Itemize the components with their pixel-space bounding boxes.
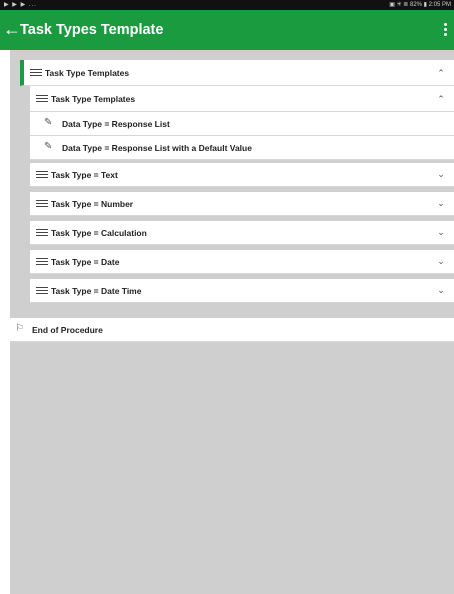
task-type-label: Task Type = Date — [51, 257, 120, 267]
list-item[interactable]: ✎ Data Type = Response List — [30, 112, 454, 136]
task-type-row-date[interactable]: Task Type = Date ⌄ — [30, 250, 454, 274]
list-item-label: Data Type = Response List with a Default… — [62, 143, 252, 153]
task-type-label: Task Type = Calculation — [51, 228, 147, 238]
edit-document-icon: ✎ — [44, 141, 53, 152]
chevron-down-icon[interactable]: ⌄ — [436, 256, 446, 267]
list-icon — [36, 256, 48, 265]
chevron-down-icon[interactable]: ⌄ — [436, 169, 446, 180]
overflow-menu-icon[interactable] — [444, 23, 448, 37]
list-icon — [36, 198, 48, 207]
section-label: Task Type Templates — [45, 68, 130, 78]
list-icon — [36, 227, 48, 236]
list-icon — [30, 67, 42, 76]
task-type-label: Task Type = Text — [51, 170, 118, 180]
flag-icon: ⚐ — [15, 323, 24, 334]
app-bar: ← Task Types Template — [0, 10, 454, 50]
page-title: Task Types Template — [20, 22, 164, 38]
end-of-procedure-row[interactable]: ⚐ End of Procedure — [10, 318, 454, 342]
procedure-tree: Task Type Templates ⌃ Task Type Template… — [10, 50, 454, 594]
chevron-up-icon[interactable]: ⌃ — [436, 94, 446, 105]
arrow-left-icon[interactable]: ← — [3, 19, 21, 39]
end-of-procedure-label: End of Procedure — [32, 325, 103, 335]
list-item[interactable]: ✎ Data Type = Response List with a Defau… — [30, 136, 454, 160]
list-item-label: Data Type = Response List — [62, 119, 170, 129]
task-type-row-text[interactable]: Task Type = Text ⌄ — [30, 163, 454, 187]
chevron-down-icon[interactable]: ⌄ — [436, 198, 446, 209]
list-icon — [36, 169, 48, 178]
task-type-row-calculation[interactable]: Task Type = Calculation ⌄ — [30, 221, 454, 245]
section-header-task-type-templates[interactable]: Task Type Templates ⌃ — [20, 60, 454, 86]
task-type-label: Task Type = Number — [51, 199, 134, 209]
task-type-row-number[interactable]: Task Type = Number ⌄ — [30, 192, 454, 216]
task-type-label: Task Type = Date Time — [51, 286, 142, 296]
chevron-down-icon[interactable]: ⌄ — [436, 227, 446, 238]
list-icon — [36, 285, 48, 294]
status-notification-icons: ▶ ▶ ▶ ... — [4, 2, 37, 8]
edit-document-icon: ✎ — [44, 117, 53, 128]
list-icon — [36, 93, 48, 102]
status-bar: ▶ ▶ ▶ ... ▣ ✳ ≣ 82% ▮ 2:05 PM — [0, 0, 454, 10]
chevron-up-icon[interactable]: ⌃ — [436, 68, 446, 79]
status-system-info: ▣ ✳ ≣ 82% ▮ 2:05 PM — [389, 2, 451, 8]
task-type-row-date-time[interactable]: Task Type = Date Time ⌄ — [30, 279, 454, 303]
subsection-label: Task Type Templates — [51, 94, 136, 104]
chevron-down-icon[interactable]: ⌄ — [436, 285, 446, 296]
subsection-header-task-type-templates[interactable]: Task Type Templates ⌃ — [30, 86, 454, 112]
